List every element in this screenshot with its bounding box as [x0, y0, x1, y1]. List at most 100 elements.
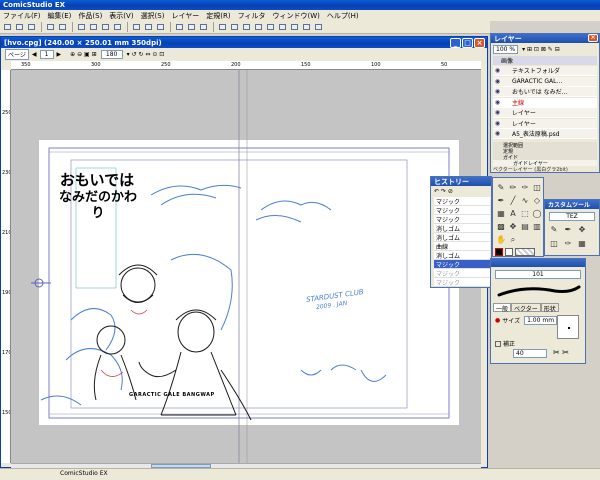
- ruler-tool-icon[interactable]: ▤: [520, 222, 530, 232]
- print-icon[interactable]: [174, 22, 185, 32]
- fill-tool-icon[interactable]: ▦: [496, 209, 506, 219]
- tool-panel-icon[interactable]: [241, 22, 252, 32]
- canvas-area[interactable]: おもいでは なみだのかわり GARACTIC GALE BANGWAP STAR…: [11, 70, 481, 463]
- layer-row[interactable]: ◉ テキストフォルダ: [493, 66, 597, 76]
- color-swatch-white[interactable]: [505, 248, 513, 256]
- eye-icon[interactable]: ◉: [493, 88, 502, 95]
- eye-icon[interactable]: ◉: [493, 109, 502, 116]
- eye-icon[interactable]: ◉: [493, 78, 502, 85]
- history-item[interactable]: マジック: [434, 215, 490, 224]
- close-button[interactable]: ×: [474, 38, 485, 48]
- tab-shape[interactable]: 形状: [540, 303, 559, 313]
- gradient-tool-icon[interactable]: ▥: [532, 222, 542, 232]
- history-item[interactable]: 消しゴム: [434, 233, 490, 242]
- text-tool-icon[interactable]: A: [508, 209, 518, 219]
- eye-icon[interactable]: ◉: [493, 67, 502, 74]
- preview-icon[interactable]: [198, 22, 209, 32]
- export-icon[interactable]: [186, 22, 197, 32]
- custom-brush-icon[interactable]: ✒: [563, 225, 573, 235]
- history-item[interactable]: 曲線: [434, 242, 490, 251]
- history-item[interactable]: マジック: [434, 269, 490, 278]
- layer-row[interactable]: ◉ レイヤー: [493, 118, 597, 129]
- layer-panel-icon[interactable]: [217, 22, 228, 32]
- select-tool-icon[interactable]: ⬚: [520, 209, 530, 219]
- page-input[interactable]: 1: [39, 50, 54, 59]
- eraser-tool-icon[interactable]: ◫: [532, 183, 542, 193]
- undo-icon[interactable]: [45, 22, 56, 32]
- menu-item[interactable]: ウィンドウ(W): [272, 11, 319, 21]
- custom-eraser-icon[interactable]: ◫: [549, 239, 559, 249]
- line-tool-icon[interactable]: ╱: [508, 196, 518, 206]
- menu-item[interactable]: 選択(S): [141, 11, 165, 21]
- layer-row[interactable]: ◉ 主線: [493, 97, 597, 108]
- guide-icon[interactable]: [313, 22, 324, 32]
- navigator-icon[interactable]: [265, 22, 276, 32]
- copy-icon[interactable]: [88, 22, 99, 32]
- transparent-swatch[interactable]: [515, 248, 535, 256]
- zoom-input[interactable]: 180: [100, 50, 123, 59]
- maximize-button[interactable]: □: [462, 38, 473, 48]
- pencil-tool-icon[interactable]: ✏: [508, 183, 518, 193]
- ruler-icon[interactable]: [301, 22, 312, 32]
- hand-tool-icon[interactable]: ✋: [496, 235, 506, 245]
- eye-icon[interactable]: ◉: [493, 120, 502, 127]
- redo-icon[interactable]: [57, 22, 68, 32]
- history-item[interactable]: マジック: [434, 197, 490, 206]
- material-icon[interactable]: [277, 22, 288, 32]
- custom-fill-icon[interactable]: ▦: [577, 239, 587, 249]
- size-input[interactable]: 1.00 mm: [524, 316, 558, 325]
- menu-item[interactable]: 作品(S): [78, 11, 102, 21]
- menu-item[interactable]: 編集(E): [48, 11, 72, 21]
- save-icon[interactable]: [26, 22, 37, 32]
- history-item[interactable]: マジック: [434, 278, 490, 287]
- grid-icon[interactable]: [289, 22, 300, 32]
- lasso-tool-icon[interactable]: ◯: [532, 209, 542, 219]
- open-file-icon[interactable]: [14, 22, 25, 32]
- history-item[interactable]: 消しゴム: [434, 251, 490, 260]
- rotate-icon[interactable]: [155, 22, 166, 32]
- shape-tool-icon[interactable]: ◇: [532, 196, 542, 206]
- eye-icon[interactable]: ◉: [493, 99, 502, 106]
- menu-item[interactable]: ファイル(F): [3, 11, 41, 21]
- new-file-icon[interactable]: [2, 22, 13, 32]
- eye-icon[interactable]: ◉: [493, 130, 502, 137]
- custom-marker-icon[interactable]: ✑: [563, 239, 573, 249]
- flip-icon[interactable]: [143, 22, 154, 32]
- custom-pen-icon[interactable]: ✎: [549, 225, 559, 235]
- layer-row[interactable]: ◉ GARACTIC GAL…: [493, 76, 597, 87]
- history-item[interactable]: 消しゴム: [434, 224, 490, 233]
- layer-row[interactable]: ◉ おもいでは なみだ…: [493, 87, 597, 97]
- tab-general[interactable]: 一般: [493, 303, 512, 313]
- menu-item[interactable]: ヘルプ(H): [327, 11, 359, 21]
- move-tool-icon[interactable]: ✥: [508, 222, 518, 232]
- menu-item[interactable]: フィルタ: [238, 11, 266, 21]
- tool-preset-icons[interactable]: ✂ ✂: [553, 348, 569, 357]
- layer-close-button[interactable]: ×: [588, 34, 598, 42]
- zoom-tool-icon[interactable]: ⌕: [508, 235, 518, 245]
- delete-icon[interactable]: [112, 22, 123, 32]
- menu-item[interactable]: 表示(V): [109, 11, 133, 21]
- history-item[interactable]: マジック: [434, 260, 490, 269]
- cut-icon[interactable]: [76, 22, 87, 32]
- menu-item[interactable]: レイヤー: [171, 11, 199, 21]
- tab-vector[interactable]: ベクター: [511, 303, 541, 313]
- history-item[interactable]: マジック: [434, 206, 490, 215]
- transform-icon[interactable]: [131, 22, 142, 32]
- custom-move-icon[interactable]: ✥: [577, 225, 587, 235]
- color-panel-icon[interactable]: [253, 22, 264, 32]
- paste-icon[interactable]: [100, 22, 111, 32]
- history-panel-icon[interactable]: [229, 22, 240, 32]
- menu-item[interactable]: 定規(R): [206, 11, 230, 21]
- brush-number[interactable]: 101: [495, 270, 581, 279]
- correction-input[interactable]: 40: [513, 349, 547, 358]
- color-swatch-black[interactable]: [495, 248, 503, 256]
- custom-tool-select[interactable]: TEZ: [549, 212, 595, 221]
- marker-tool-icon[interactable]: ✑: [520, 183, 530, 193]
- layer-zoom[interactable]: 100 %: [493, 45, 519, 54]
- tone-tool-icon[interactable]: ▩: [496, 222, 506, 232]
- layer-row[interactable]: ◉ A5_表法原稿.psd: [493, 129, 597, 139]
- pen-tool-icon[interactable]: ✎: [496, 183, 506, 193]
- brush-tool-icon[interactable]: ✒: [496, 196, 506, 206]
- minimize-button[interactable]: _: [450, 38, 461, 48]
- history-undo-redo[interactable]: ↶ ↷ ⊘: [434, 188, 453, 195]
